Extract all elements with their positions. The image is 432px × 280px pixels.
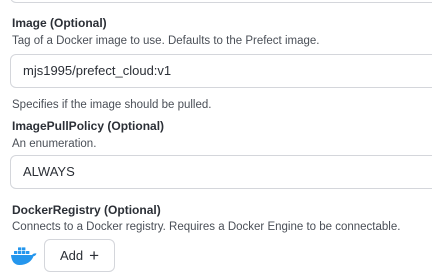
- add-button-label: Add: [59, 248, 84, 263]
- image-input[interactable]: mjs1995/prefect_cloud:v1: [10, 54, 432, 88]
- image-pull-policy-label: ImagePullPolicy (Optional): [12, 119, 165, 133]
- docker-registry-description: Connects to a Docker registry. Requires …: [12, 221, 401, 233]
- image-label: Image (Optional): [12, 16, 107, 30]
- image-description: Tag of a Docker image to use. Defaults t…: [12, 35, 320, 47]
- add-docker-registry-button[interactable]: Add +: [44, 239, 115, 272]
- docker-icon: [11, 247, 37, 265]
- docker-registry-label: DockerRegistry (Optional): [12, 203, 161, 217]
- previous-field-input[interactable]: [10, 0, 432, 3]
- plus-icon: +: [89, 246, 100, 265]
- image-pull-policy-select[interactable]: ALWAYS: [10, 155, 432, 189]
- image-pull-policy-value: ALWAYS: [23, 164, 75, 179]
- image-pull-policy-description: An enumeration.: [12, 138, 97, 150]
- image-input-value: mjs1995/prefect_cloud:v1: [23, 63, 172, 78]
- pull-description: Specifies if the image should be pulled.: [12, 99, 212, 111]
